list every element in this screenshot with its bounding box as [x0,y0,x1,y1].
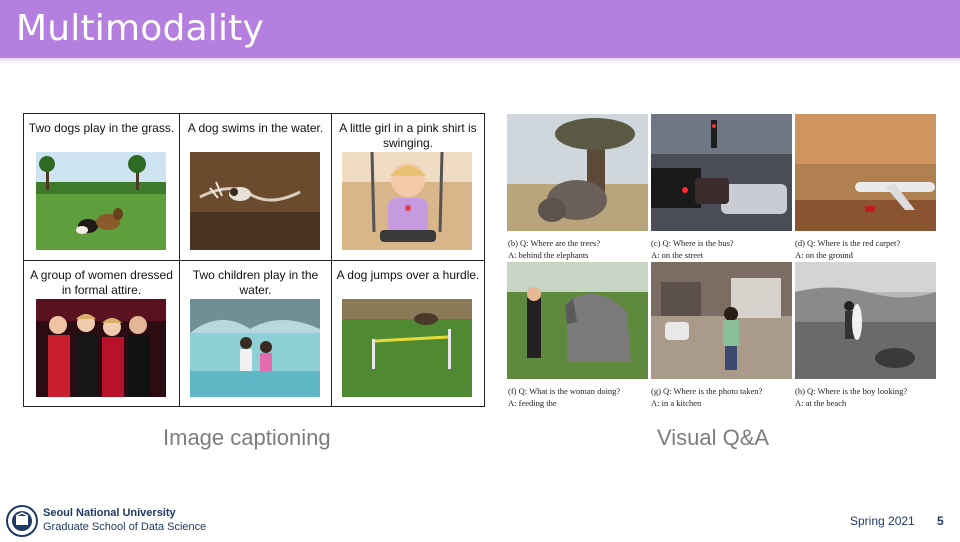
vqa-question: (h) Q: Where is the boy looking? [795,386,908,396]
dog-hurdle-photo [342,299,472,397]
vqa-question: (g) Q: Where is the photo taken? [651,386,763,396]
dog-swimming-photo [190,152,320,250]
caption-text: Two children play in the water. [192,268,319,297]
captioning-grid: Two dogs play in the grass. A dog swims … [23,113,485,407]
vqa-question: (b) Q: Where are the trees? [508,238,601,248]
caption-cell: Two children play in the water. [180,261,332,406]
woman-horse-photo [507,262,648,379]
caption-text: A dog jumps over a hurdle. [336,268,480,282]
beach-surfer-photo [795,262,936,379]
vqa-question: (c) Q: Where is the bus? [651,238,734,248]
girl-on-swing-photo [342,152,472,250]
slide-title: Multimodality [16,8,265,49]
caption-cell: A dog swims in the water. [180,114,332,261]
title-bar: Multimodality [0,0,960,58]
elephants-photo [507,114,648,231]
caption-cell: Two dogs play in the grass. [24,114,180,261]
vqa-question: (f) Q: What is the woman doing? [508,386,621,396]
vqa-question: (d) Q: Where is the red carpet? [795,238,901,248]
caption-text: A dog swims in the water. [187,121,324,135]
caption-text: A little girl in a pink shirt is swingin… [339,121,477,150]
page-number: 5 [937,514,944,528]
captioning-label: Image captioning [163,425,331,450]
kitchen-photo [651,262,792,379]
vqa-answer: A: behind the elephants [508,250,589,260]
caption-cell: A dog jumps over a hurdle. [332,261,484,406]
vqa-answer: A: at the beach [795,398,847,408]
school-name: Graduate School of Data Science [43,521,207,533]
caption-cell: A group of women dressed in formal attir… [24,261,180,406]
vqa-answer: A: on the ground [795,250,853,260]
vqa-answer: A: on the street [651,250,704,260]
vqa-answer: A: in a kitchen [651,398,702,408]
women-formal-photo [36,299,166,397]
term-label: Spring 2021 [850,514,915,528]
snu-logo-icon [6,505,38,537]
caption-text: Two dogs play in the grass. [28,121,175,135]
caption-cell: A little girl in a pink shirt is swingin… [332,114,484,261]
dogs-on-grass-photo [36,152,166,250]
vqa-answer: A: feeding the [508,398,557,408]
street-traffic-photo [651,114,792,231]
airplane-photo [795,114,936,231]
caption-text: A group of women dressed in formal attir… [30,268,173,297]
children-in-water-photo [190,299,320,397]
university-name: Seoul National University [43,507,176,519]
vqa-label: Visual Q&A [657,425,770,450]
title-divider [0,58,960,64]
